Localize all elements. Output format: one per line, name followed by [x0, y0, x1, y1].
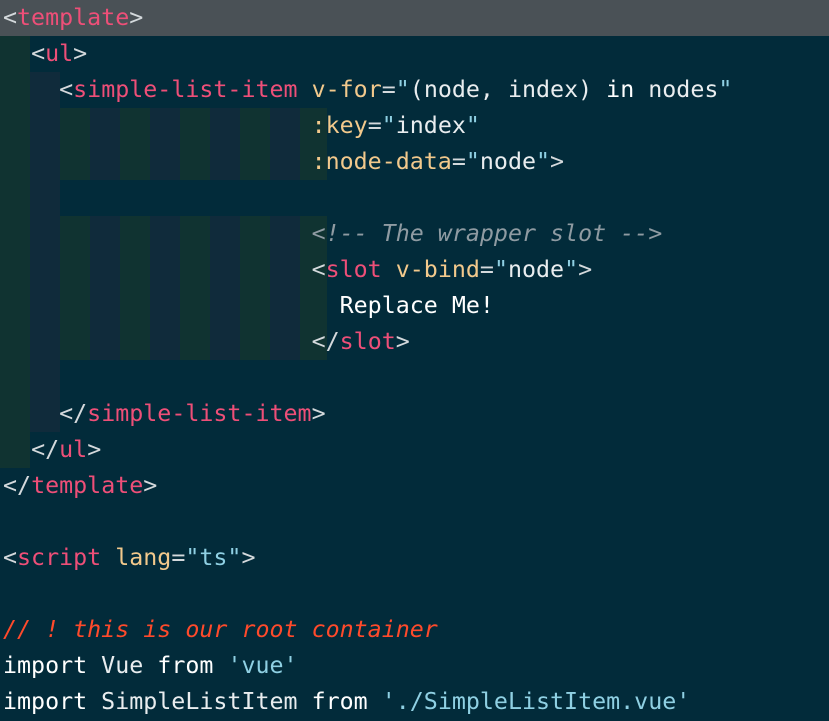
code-token: Vue — [87, 652, 158, 679]
code-token: " — [465, 148, 480, 175]
code-token: import — [3, 688, 88, 715]
code-line[interactable]: :key="index" — [3, 108, 480, 144]
code-token: v-for — [311, 76, 382, 103]
code-token: import — [3, 652, 88, 679]
code-token: simple-list-item — [73, 76, 298, 103]
code-token: nodes — [634, 76, 719, 103]
code-token: ul — [45, 40, 74, 67]
code-line[interactable]: <template> — [0, 0, 829, 36]
code-token: " — [395, 76, 410, 103]
code-token: = — [479, 256, 494, 283]
code-line[interactable]: import SimpleListItem from './SimpleList… — [3, 684, 690, 720]
code-token: " — [718, 76, 733, 103]
code-token: </ — [311, 328, 340, 355]
code-token: < — [311, 256, 326, 283]
code-token: v-bind — [395, 256, 480, 283]
code-token: template — [31, 472, 144, 499]
code-token: > — [73, 40, 88, 67]
code-token: > — [129, 4, 144, 31]
code-token: './SimpleListItem.vue' — [381, 688, 691, 715]
code-token: slot — [339, 328, 396, 355]
code-token: = — [367, 112, 382, 139]
code-token: node — [507, 256, 565, 283]
code-token: " — [493, 256, 508, 283]
code-token: // ! this is our root container — [3, 616, 438, 643]
code-line[interactable]: </template> — [3, 468, 157, 504]
code-token: " — [536, 148, 551, 175]
code-line[interactable]: </ul> — [3, 432, 101, 468]
code-token: = — [381, 76, 396, 103]
code-token: :key — [311, 112, 368, 139]
code-token: " — [564, 256, 579, 283]
code-token: <!-- The wrapper slot --> — [311, 220, 663, 247]
code-token: </ — [3, 472, 32, 499]
code-line[interactable]: </slot> — [3, 324, 410, 360]
code-token: " — [465, 112, 480, 139]
code-token: > — [87, 436, 102, 463]
code-token: node — [479, 148, 537, 175]
code-line[interactable]: <script lang="ts"> — [3, 540, 256, 576]
code-token: < — [3, 544, 18, 571]
code-token: > — [311, 400, 326, 427]
code-token: slot — [325, 256, 382, 283]
code-token: from — [157, 652, 214, 679]
code-token: > — [143, 472, 158, 499]
code-token: > — [550, 148, 565, 175]
code-token: < — [3, 4, 18, 31]
code-token: </ — [59, 400, 88, 427]
code-token: </ — [31, 436, 60, 463]
code-line[interactable]: <simple-list-item v-for="(node, index) i… — [3, 72, 732, 108]
code-token: < — [59, 76, 74, 103]
code-token: "ts" — [185, 544, 242, 571]
code-token: in — [606, 76, 635, 103]
code-token: = — [171, 544, 186, 571]
code-token: (node, index) — [409, 76, 607, 103]
code-token: Replace Me! — [339, 292, 494, 319]
code-token: from — [311, 688, 368, 715]
code-editor[interactable]: <template> <ul> <simple-list-item v-for=… — [0, 0, 829, 721]
code-token: template — [17, 4, 130, 31]
code-line[interactable]: import Vue from 'vue' — [3, 648, 298, 684]
code-line[interactable]: Replace Me! — [3, 288, 494, 324]
code-line[interactable]: </simple-list-item> — [3, 396, 326, 432]
code-token: 'vue' — [227, 652, 298, 679]
code-token: simple-list-item — [87, 400, 312, 427]
code-token: = — [451, 148, 466, 175]
code-token: " — [381, 112, 396, 139]
code-line[interactable]: // ! this is our root container — [3, 612, 438, 648]
code-token: > — [395, 328, 410, 355]
code-token: index — [395, 112, 466, 139]
code-token: < — [31, 40, 46, 67]
code-line[interactable]: <!-- The wrapper slot --> — [3, 216, 663, 252]
code-token: script — [17, 544, 102, 571]
code-token: > — [241, 544, 256, 571]
code-line[interactable]: <ul> — [3, 36, 87, 72]
code-line[interactable]: <slot v-bind="node"> — [3, 252, 593, 288]
code-token: lang — [115, 544, 172, 571]
code-token: > — [578, 256, 593, 283]
code-token: ul — [59, 436, 88, 463]
code-token: SimpleListItem — [87, 688, 312, 715]
code-token: :node-data — [311, 148, 452, 175]
code-line[interactable]: :node-data="node"> — [3, 144, 565, 180]
